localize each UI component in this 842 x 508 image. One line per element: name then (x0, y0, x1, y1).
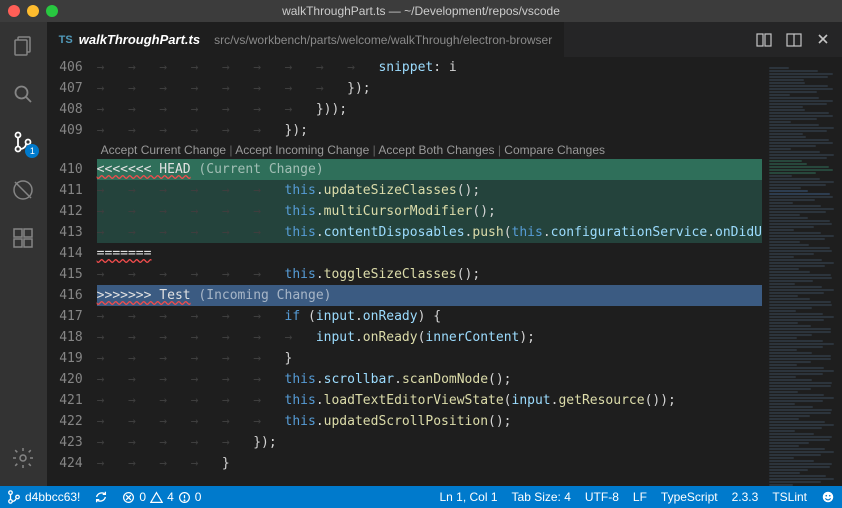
close-window-button[interactable] (8, 5, 20, 17)
close-tab-icon[interactable] (816, 32, 830, 48)
code-line[interactable]: → → → → → → if (input.onReady) { (97, 306, 762, 327)
code-line[interactable]: → → → → → → this.updatedScrollPosition()… (97, 411, 762, 432)
window-title: walkThroughPart.ts — ~/Development/repos… (282, 4, 560, 18)
code-line[interactable]: → → → → → → this.updateSizeClasses(); (97, 180, 762, 201)
titlebar: walkThroughPart.ts — ~/Development/repos… (0, 0, 842, 22)
problems[interactable]: 0 4 0 (115, 486, 208, 508)
code-line[interactable]: → → → → } (97, 453, 762, 474)
code-line[interactable]: → → → → → → this.contentDisposables.push… (97, 222, 762, 243)
activity-bar: 1 (0, 22, 47, 486)
breadcrumb: src/vs/workbench/parts/welcome/walkThrou… (214, 33, 552, 47)
search-icon[interactable] (9, 80, 37, 108)
typescript-file-icon: TS (59, 34, 73, 46)
code-line[interactable]: → → → → → → this.loadTextEditorViewState… (97, 390, 762, 411)
code-line[interactable]: → → → → → }); (97, 432, 762, 453)
scm-badge: 1 (25, 144, 39, 158)
accept-incoming-change[interactable]: Accept Incoming Change (235, 143, 369, 157)
compare-changes[interactable]: Compare Changes (504, 143, 605, 157)
tab-label: walkThroughPart.ts (79, 32, 200, 47)
code-line[interactable]: → → → → → → this.scrollbar.scanDomNode()… (97, 369, 762, 390)
settings-gear-icon[interactable] (9, 444, 37, 472)
tab-walkthroughpart[interactable]: TS walkThroughPart.ts src/vs/workbench/p… (47, 22, 565, 57)
minimize-window-button[interactable] (27, 5, 39, 17)
compare-icon[interactable] (756, 32, 772, 48)
editor-tabs: TS walkThroughPart.ts src/vs/workbench/p… (47, 22, 842, 57)
code-line[interactable]: ======= (97, 243, 762, 264)
git-branch[interactable]: d4bbcc63! (0, 486, 87, 508)
tab-size[interactable]: Tab Size: 4 (505, 486, 578, 508)
sync-icon[interactable] (87, 486, 115, 508)
linter[interactable]: TSLint (765, 486, 814, 508)
code-line[interactable]: >>>>>>> Test (Incoming Change) (97, 285, 762, 306)
code-line[interactable]: → → → → → → }); (97, 120, 762, 141)
language-mode[interactable]: TypeScript (654, 486, 725, 508)
zoom-window-button[interactable] (46, 5, 58, 17)
window-controls (8, 5, 58, 17)
eol[interactable]: LF (626, 486, 654, 508)
split-editor-icon[interactable] (786, 32, 802, 48)
code-line[interactable]: → → → → → → → → }); (97, 78, 762, 99)
code-line[interactable]: → → → → → → this.toggleSizeClasses(); (97, 264, 762, 285)
gutter: 4064074084094104114124134144154164174184… (47, 57, 97, 486)
explorer-icon[interactable] (9, 32, 37, 60)
code-line[interactable]: → → → → → → → })); (97, 99, 762, 120)
encoding[interactable]: UTF-8 (578, 486, 626, 508)
accept-current-change[interactable]: Accept Current Change (101, 143, 226, 157)
code-content[interactable]: → → → → → → → → → snippet: i→ → → → → → … (97, 57, 762, 486)
ts-version[interactable]: 2.3.3 (725, 486, 766, 508)
feedback-icon[interactable] (814, 486, 842, 508)
statusbar: d4bbcc63! 0 4 0 Ln 1, Col 1 Tab Size: 4 … (0, 486, 842, 508)
source-control-icon[interactable]: 1 (9, 128, 37, 156)
cursor-position[interactable]: Ln 1, Col 1 (432, 486, 504, 508)
debug-icon[interactable] (9, 176, 37, 204)
minimap[interactable] (762, 57, 842, 486)
code-line[interactable]: → → → → → → → input.onReady(innerContent… (97, 327, 762, 348)
editor-body[interactable]: 4064074084094104114124134144154164174184… (47, 57, 842, 486)
merge-codelens[interactable]: Accept Current Change | Accept Incoming … (97, 141, 762, 159)
code-line[interactable]: → → → → → → } (97, 348, 762, 369)
code-line[interactable]: → → → → → → → → → snippet: i (97, 57, 762, 78)
code-line[interactable]: <<<<<<< HEAD (Current Change) (97, 159, 762, 180)
accept-both-changes[interactable]: Accept Both Changes (378, 143, 494, 157)
extensions-icon[interactable] (9, 224, 37, 252)
editor-area: TS walkThroughPart.ts src/vs/workbench/p… (47, 22, 842, 486)
code-line[interactable]: → → → → → → this.multiCursorModifier(); (97, 201, 762, 222)
